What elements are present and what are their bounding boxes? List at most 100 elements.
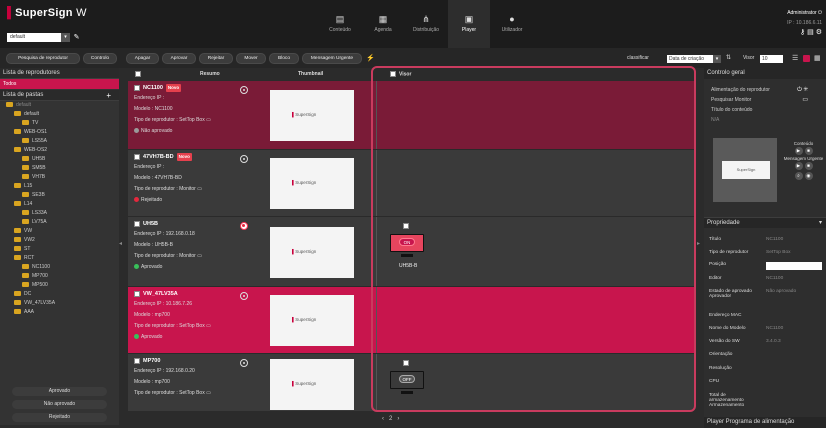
play-icon[interactable]: ▶	[794, 147, 803, 155]
nav-tab-distribution[interactable]: ⋔ Distribuição	[405, 0, 447, 48]
player-thumbnail[interactable]: ▌SuperSign	[270, 158, 354, 209]
connect-icon[interactable]: ⚡	[366, 54, 375, 62]
folder-item[interactable]: LV75A	[0, 218, 119, 227]
preview-screen: SuperSign	[722, 161, 770, 179]
logout-icon[interactable]: ⏻	[818, 10, 822, 16]
prev-page-icon[interactable]: ‹	[382, 416, 384, 422]
approve-button[interactable]: Aprovar	[162, 53, 196, 64]
chevron-down-icon[interactable]: ▾	[819, 218, 822, 229]
folder-item[interactable]: NC1100	[0, 263, 119, 272]
folder-item[interactable]: TV	[0, 119, 119, 128]
admin-name[interactable]: Administrator	[787, 10, 816, 16]
move-button[interactable]: Mover	[236, 53, 266, 64]
position-input[interactable]	[766, 262, 822, 270]
row-checkbox[interactable]	[134, 357, 140, 364]
sort-select[interactable]: Data de criação ▾	[667, 55, 721, 63]
view-count-label: Visor	[743, 55, 755, 61]
add-folder-icon[interactable]: +	[106, 90, 111, 101]
player-ip: Endereço IP :	[134, 164, 165, 170]
collapse-right-icon[interactable]: ▸	[697, 240, 704, 254]
folder-label: MP500	[32, 282, 48, 288]
folder-item[interactable]: ST	[0, 245, 119, 254]
folder-item[interactable]: SE3B	[0, 191, 119, 200]
detail-view-icon[interactable]	[803, 55, 810, 62]
row-checkbox[interactable]	[134, 220, 140, 227]
reject-button[interactable]: Rejeitar	[199, 53, 233, 64]
all-players-item[interactable]: Todos	[0, 79, 119, 89]
properties-title: Propriedade ▾	[704, 217, 826, 228]
row-radio[interactable]	[240, 359, 248, 367]
folder-item[interactable]: VW_47LV35A	[0, 299, 119, 308]
document-icon[interactable]: ▤	[807, 29, 814, 36]
camera-icon[interactable]: ◉	[804, 172, 813, 180]
stop-icon[interactable]: ■	[804, 147, 813, 155]
not-approved-filter-button[interactable]: Não aprovado	[12, 400, 107, 409]
sort-order-icon[interactable]: ⇅	[726, 54, 731, 61]
folder-item[interactable]: LS55A	[0, 137, 119, 146]
edit-icon[interactable]: ✎	[72, 33, 81, 42]
folder-item[interactable]: RCT	[0, 254, 119, 263]
key-icon[interactable]: ⚷	[800, 29, 805, 36]
folder-item[interactable]: VH7B	[0, 173, 119, 182]
power-schedule-title[interactable]: Player Programa de alimentação	[704, 417, 826, 428]
gear-icon[interactable]: ⚙	[816, 29, 822, 36]
folder-item[interactable]: SM5B	[0, 164, 119, 173]
play-icon[interactable]: ▶	[794, 162, 803, 170]
player-thumbnail[interactable]: ▌SuperSign	[270, 359, 354, 410]
folder-item[interactable]: L15	[0, 182, 119, 191]
approved-filter-button[interactable]: Aprovado	[12, 387, 107, 396]
folder-icon	[14, 147, 21, 153]
stop-icon[interactable]: ■	[804, 162, 813, 170]
grid-view-icon[interactable]: ▦	[814, 54, 821, 62]
nav-tab-player[interactable]: ▣ Player	[448, 0, 490, 48]
control-button[interactable]: Controlo	[83, 53, 117, 64]
row-checkbox[interactable]	[134, 153, 140, 160]
row-checkbox[interactable]	[134, 84, 140, 91]
folder-item[interactable]: L14	[0, 200, 119, 209]
player-thumbnail[interactable]: ▌SuperSign	[270, 90, 354, 141]
collapse-left-icon[interactable]: ◂	[119, 240, 126, 254]
rejected-filter-button[interactable]: Rejeitado	[12, 413, 107, 422]
folder-label: default	[16, 102, 32, 108]
row-checkbox[interactable]	[134, 290, 140, 297]
zoom-icon[interactable]: ⌕	[794, 172, 803, 180]
folder-label: LV75A	[32, 219, 47, 225]
nav-tab-content[interactable]: ▤ Conteúdo	[319, 0, 361, 48]
urgent-message-button[interactable]: Mensagem Urgente	[302, 53, 362, 64]
folder-item[interactable]: MP700	[0, 272, 119, 281]
property-value: NC1100	[766, 237, 784, 242]
block-button[interactable]: Bloco	[269, 53, 299, 64]
group-select[interactable]: default ▾	[7, 33, 70, 42]
delete-button[interactable]: Apagar	[126, 53, 159, 64]
folder-item[interactable]: default	[0, 101, 119, 110]
power-icon[interactable]: ⏻ ✳	[797, 85, 808, 95]
select-all-checkbox[interactable]	[135, 71, 144, 77]
page-number[interactable]: 2	[389, 416, 392, 422]
row-radio[interactable]	[240, 86, 248, 94]
folder-item[interactable]: VW2	[0, 236, 119, 245]
search-player-button[interactable]: Pesquisa de reprodutor	[6, 53, 80, 64]
next-page-icon[interactable]: ›	[397, 416, 399, 422]
player-thumbnail[interactable]: ▌SuperSign	[270, 227, 354, 278]
folder-icon	[22, 210, 29, 216]
list-view-icon[interactable]: ☰	[792, 54, 798, 62]
folder-item[interactable]: UH5B	[0, 155, 119, 164]
player-thumbnail[interactable]: ▌SuperSign	[270, 295, 354, 346]
nav-tab-user[interactable]: ● Utilizador	[491, 0, 533, 48]
folder-item[interactable]: MP500	[0, 281, 119, 290]
row-radio[interactable]	[240, 222, 248, 230]
folder-item[interactable]: AAA	[0, 308, 119, 317]
nav-tab-schedule[interactable]: ▦ Agenda	[362, 0, 404, 48]
folder-item[interactable]: DC	[0, 290, 119, 299]
row-radio[interactable]	[240, 292, 248, 300]
monitor-icon[interactable]: ▭	[802, 95, 808, 105]
folder-item[interactable]: WEB-OS2	[0, 146, 119, 155]
view-count-select[interactable]: 10	[760, 55, 783, 63]
folder-item[interactable]: WEB-OS1	[0, 128, 119, 137]
folder-item[interactable]: VW	[0, 227, 119, 236]
player-list-panel: Lista de reprodutores Todos Lista de pas…	[0, 68, 119, 425]
folder-item[interactable]: LS33A	[0, 209, 119, 218]
row-radio[interactable]	[240, 155, 248, 163]
player-ip: Endereço IP :	[134, 95, 165, 101]
folder-item[interactable]: default	[0, 110, 119, 119]
